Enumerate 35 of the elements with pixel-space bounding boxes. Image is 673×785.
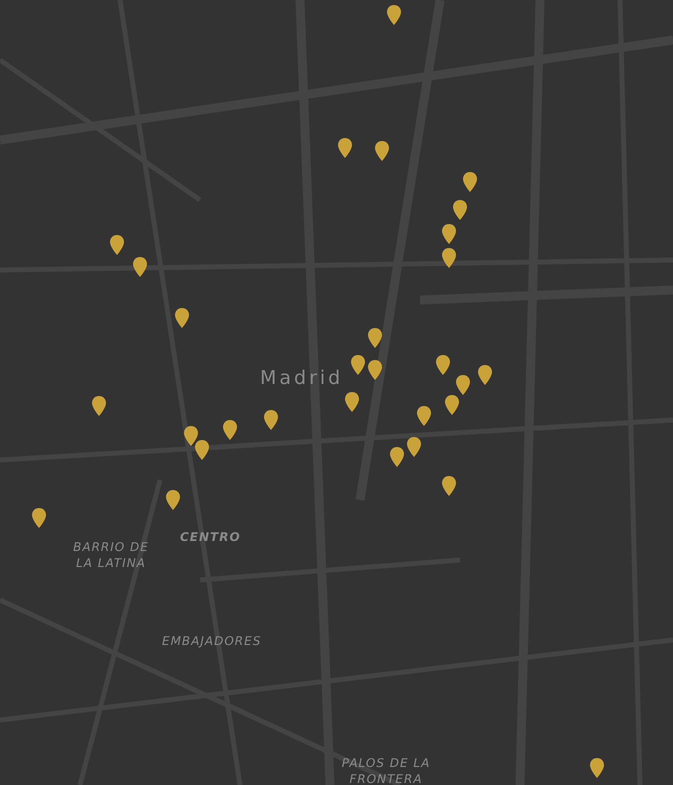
- map-pin-icon[interactable]: [166, 490, 180, 510]
- map-pin-icon[interactable]: [442, 476, 456, 496]
- map-pin-icon[interactable]: [32, 508, 46, 528]
- place-label: PALOS DE LA FRONTERA: [340, 756, 432, 785]
- map-pin-icon[interactable]: [390, 447, 404, 467]
- place-label: Madrid: [259, 366, 344, 391]
- map-pin-icon[interactable]: [345, 392, 359, 412]
- map-pin-icon[interactable]: [223, 420, 237, 440]
- map-pin-icon[interactable]: [195, 440, 209, 460]
- map-pin-icon[interactable]: [351, 355, 365, 375]
- map-pin-icon[interactable]: [133, 257, 147, 277]
- map-pin-icon[interactable]: [375, 141, 389, 161]
- map-pin-icon[interactable]: [590, 758, 604, 778]
- map-pin-icon[interactable]: [445, 395, 459, 415]
- map-pin-icon[interactable]: [264, 410, 278, 430]
- map-pin-icon[interactable]: [184, 426, 198, 446]
- map-pin-icon[interactable]: [110, 235, 124, 255]
- map-pin-icon[interactable]: [442, 248, 456, 268]
- place-label: BARRIO DE LA LATINA: [72, 540, 150, 572]
- map-pin-icon[interactable]: [368, 328, 382, 348]
- map-pin-icon[interactable]: [442, 224, 456, 244]
- map-pin-icon[interactable]: [92, 396, 106, 416]
- map-pin-icon[interactable]: [387, 5, 401, 25]
- map-pin-icon[interactable]: [463, 172, 477, 192]
- map-pin-icon[interactable]: [478, 365, 492, 385]
- map-pin-icon[interactable]: [417, 406, 431, 426]
- map-pin-icon[interactable]: [453, 200, 467, 220]
- map-pin-icon[interactable]: [175, 308, 189, 328]
- map-pin-icon[interactable]: [436, 355, 450, 375]
- map-pin-icon[interactable]: [407, 437, 421, 457]
- map-pin-icon[interactable]: [338, 138, 352, 158]
- place-label: EMBAJADORES: [161, 634, 258, 650]
- map-pin-icon[interactable]: [368, 360, 382, 380]
- map-pin-icon[interactable]: [456, 375, 470, 395]
- place-label: CENTRO: [179, 530, 242, 546]
